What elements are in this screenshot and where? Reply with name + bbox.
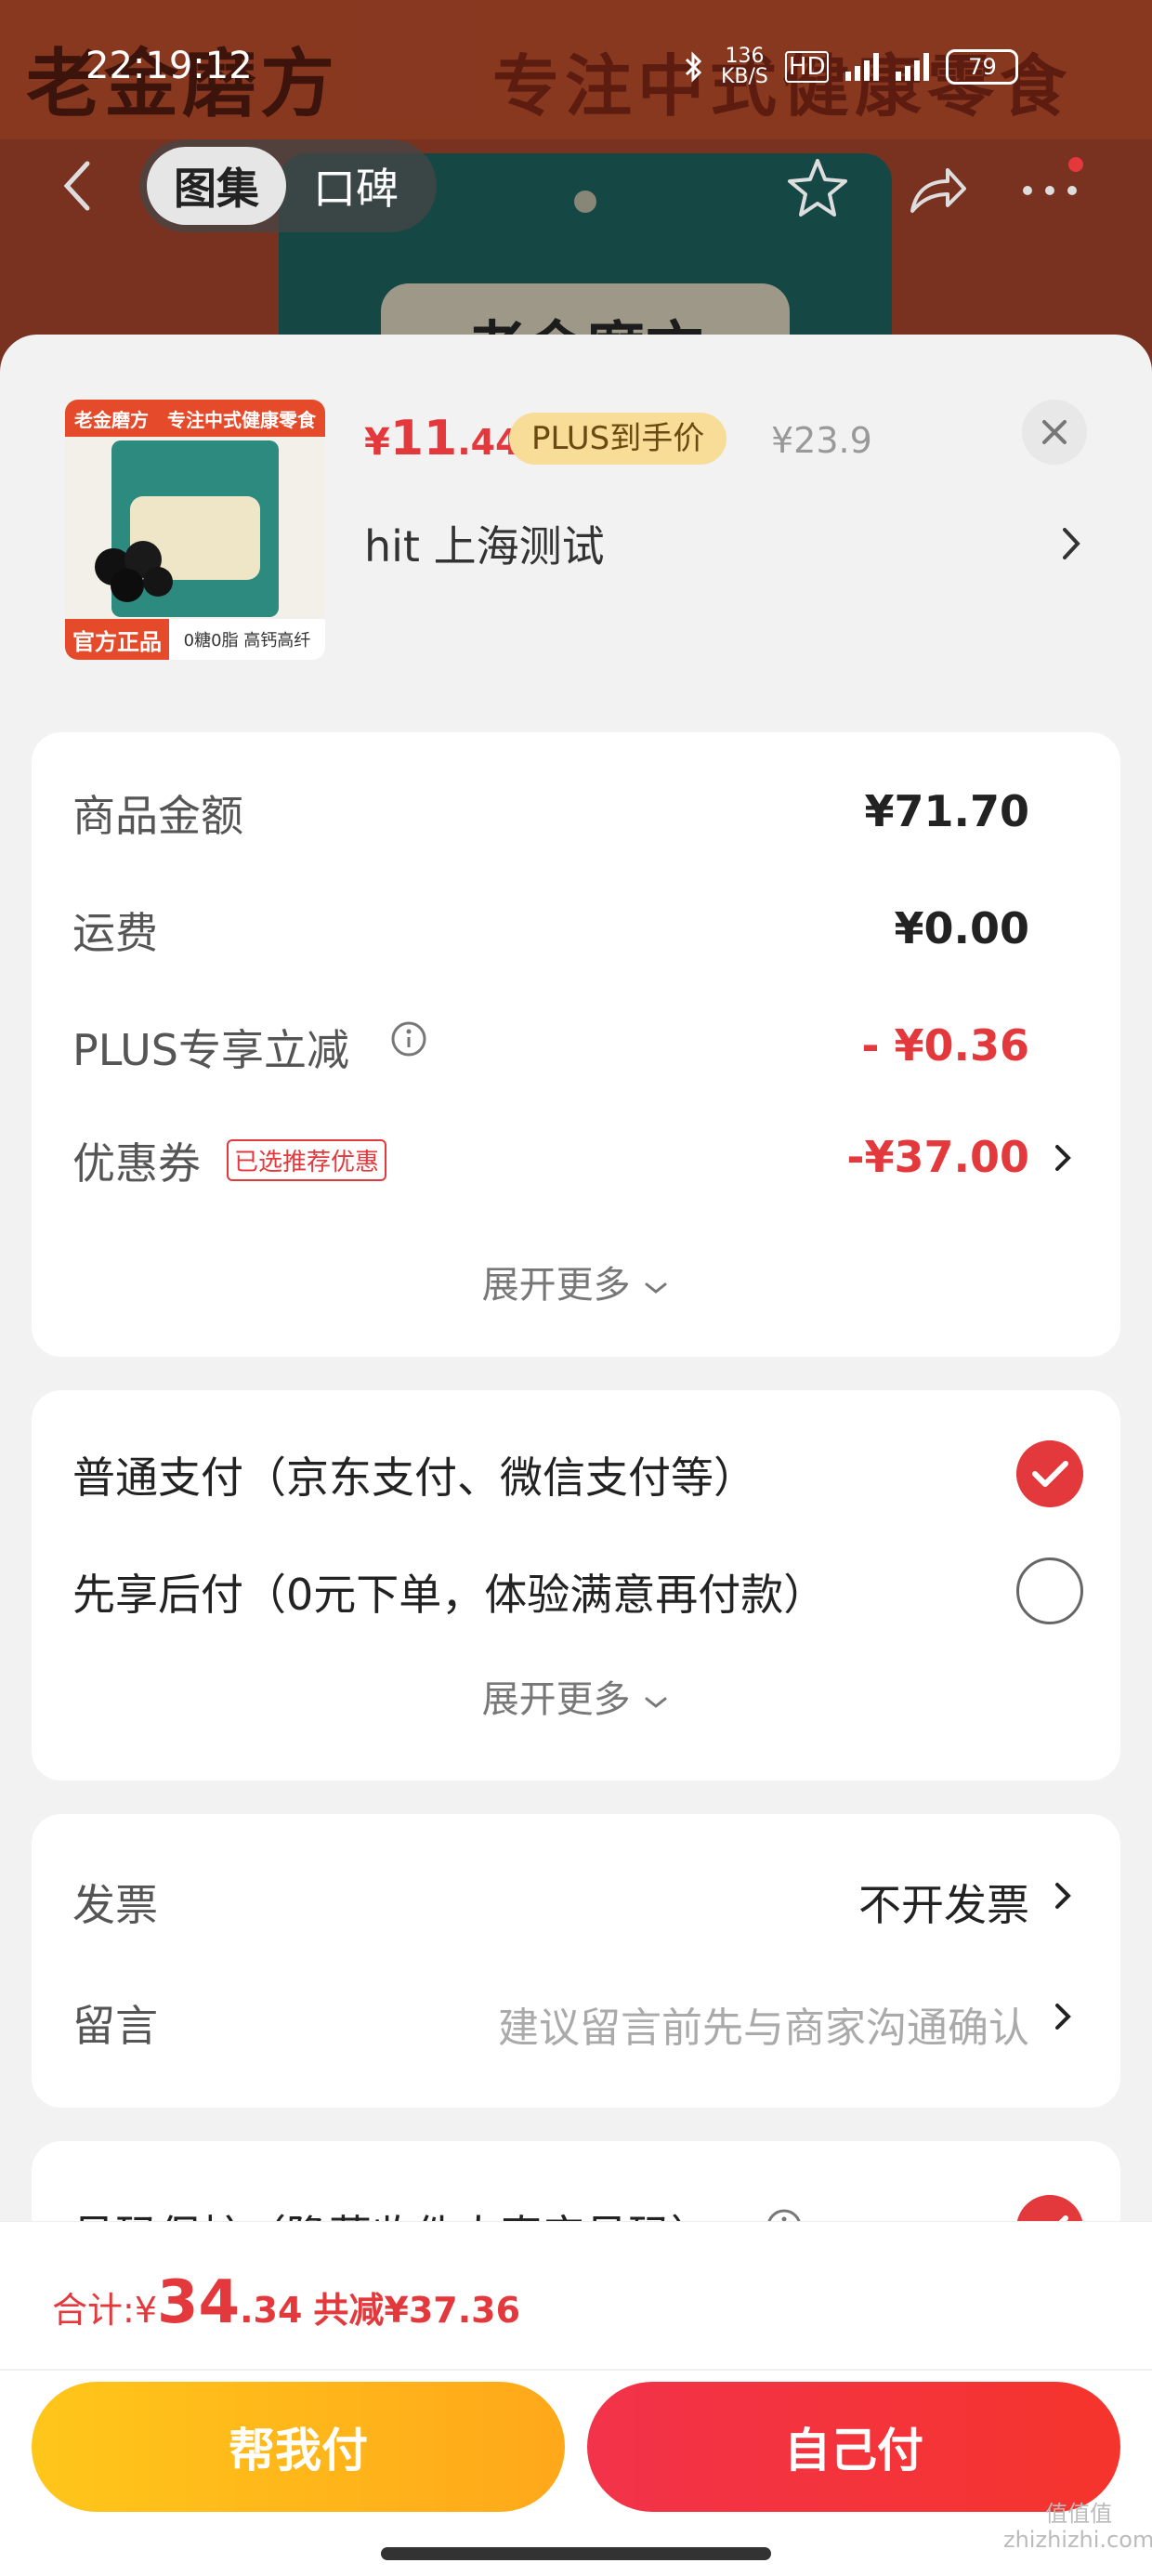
expand-more-button[interactable]: 展开更多: [32, 1255, 1120, 1308]
gallery-tabs: 图集 口碑: [139, 139, 437, 232]
close-icon[interactable]: [1022, 400, 1087, 465]
signal-icon: [845, 53, 880, 81]
product-header: 老金磨方 专注中式健康零食 官方正品 0糖0脂 高钙高纤 ¥11.44 PLUS…: [0, 335, 1152, 697]
network-speed: 136 KB/S: [721, 45, 768, 88]
shipping-fee-value: ¥0.00: [894, 903, 1029, 953]
chevron-right-icon[interactable]: [1052, 1137, 1074, 1178]
more-icon[interactable]: [1015, 153, 1085, 224]
signal-icon: [896, 53, 930, 81]
info-icon[interactable]: [390, 1020, 427, 1058]
product-thumbnail[interactable]: 老金磨方 专注中式健康零食 官方正品 0糖0脂 高钙高纤: [65, 400, 325, 660]
shipping-fee-label: 运费: [72, 908, 158, 958]
goods-amount-value: ¥71.70: [864, 786, 1029, 836]
note-input[interactable]: 建议留言前先与商家沟通确认: [498, 1994, 1029, 2054]
original-price: ¥23.9: [771, 420, 872, 461]
coupon-value[interactable]: -¥37.00: [846, 1132, 1029, 1182]
plus-price: ¥11.44: [364, 411, 520, 467]
tab-reviews[interactable]: 口碑: [286, 147, 425, 225]
chevron-right-icon[interactable]: [1052, 1996, 1074, 2037]
chevron-right-icon[interactable]: [1052, 1875, 1074, 1916]
payment-option-standard[interactable]: 普通支付（京东支付、微信支付等）: [72, 1444, 756, 1505]
coupon-recommended-tag: 已选推荐优惠: [227, 1139, 387, 1181]
payment-option-pay-later[interactable]: 先享后付（0元下单，体验满意再付款）: [72, 1561, 826, 1623]
bluetooth-icon: [685, 51, 702, 83]
invoice-label[interactable]: 发票: [72, 1872, 158, 1933]
radio-unselected-icon[interactable]: [1016, 1557, 1083, 1624]
chevron-down-icon: [645, 1282, 667, 1294]
battery-icon: 79: [946, 49, 1019, 85]
plus-discount-label: PLUS专享立减: [72, 1025, 349, 1075]
watermark: 值值值 zhizhizhi.com: [1003, 2501, 1152, 2553]
checkout-footer: 合计: ¥ 34 .34 共减¥37.36 帮我付 自己付 值值值 zhizhi…: [0, 2221, 1152, 2576]
help-me-pay-button[interactable]: 帮我付: [32, 2382, 565, 2512]
back-icon[interactable]: [59, 158, 97, 214]
coupon-label[interactable]: 优惠券: [72, 1130, 201, 1191]
goods-amount-label: 商品金额: [72, 791, 243, 841]
total-savings: 共减¥37.36: [313, 2290, 521, 2331]
chevron-down-icon: [645, 1697, 667, 1708]
payment-method-card: 普通支付（京东支付、微信支付等） 先享后付（0元下单，体验满意再付款） 展开更多: [32, 1390, 1120, 1781]
pay-myself-button[interactable]: 自己付: [587, 2382, 1120, 2512]
status-icons: 136 KB/S HD 79: [684, 45, 1019, 88]
hd-icon: HD: [784, 51, 830, 83]
plus-discount-value: - ¥0.36: [861, 1020, 1029, 1071]
chevron-right-icon[interactable]: [1059, 520, 1085, 567]
order-total: 合计: ¥ 34 .34 共减¥37.36: [52, 2268, 521, 2337]
checkmark-icon[interactable]: [1016, 1440, 1083, 1507]
expand-more-button[interactable]: 展开更多: [32, 1669, 1120, 1723]
home-indicator[interactable]: [381, 2547, 771, 2560]
price-summary-card: 商品金额 ¥71.70 运费 ¥0.00 PLUS专享立减 - ¥0.36 优惠…: [32, 732, 1120, 1357]
invoice-value[interactable]: 不开发票: [858, 1872, 1029, 1933]
tab-gallery[interactable]: 图集: [147, 147, 286, 225]
invoice-note-card: 发票 不开发票 留言 建议留言前先与商家沟通确认: [32, 1814, 1120, 2108]
status-time: 22:19:12: [85, 45, 253, 87]
plus-price-badge: PLUS到手价: [509, 413, 727, 465]
share-icon[interactable]: [901, 153, 972, 224]
note-label[interactable]: 留言: [72, 1992, 158, 2054]
star-icon[interactable]: [782, 153, 853, 224]
shipping-address[interactable]: hit 上海测试: [364, 513, 605, 574]
